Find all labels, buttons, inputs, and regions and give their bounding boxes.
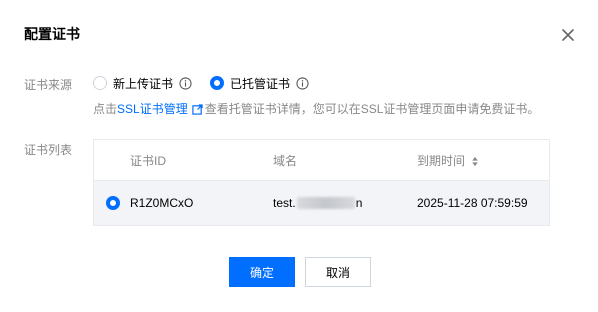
- radio-label: 新上传证书: [113, 76, 174, 91]
- ssl-certificate-management-link[interactable]: SSL证书管理: [117, 102, 188, 116]
- configure-certificate-dialog: 配置证书 证书来源 新上传证书 已托管证书 点击SSL证书管理 查看托管证书详情…: [0, 0, 598, 312]
- redacted-domain-blur: [296, 197, 355, 209]
- confirm-button[interactable]: 确定: [229, 257, 295, 287]
- close-icon[interactable]: [560, 27, 576, 43]
- table-header: 证书ID 域名 到期时间: [94, 140, 549, 181]
- radio-button[interactable]: [93, 76, 107, 90]
- help-prefix: 点击: [93, 102, 118, 116]
- cancel-button[interactable]: 取消: [305, 257, 371, 287]
- radio-button-checked[interactable]: [210, 76, 224, 90]
- external-link-icon[interactable]: [192, 104, 203, 115]
- expire-time-label: 到期时间: [417, 154, 466, 168]
- certificate-table: 证书ID 域名 到期时间 R1Z0MCxO test. n 2025-11-28 …: [93, 139, 550, 226]
- help-text: 点击SSL证书管理 查看托管证书详情，您可以在SSL证书管理页面申请免费证书。: [93, 100, 539, 117]
- column-header-certificate-id: 证书ID: [130, 154, 167, 168]
- column-header-expire-time[interactable]: 到期时间: [417, 152, 479, 169]
- radio-managed-certificate[interactable]: 已托管证书: [210, 74, 309, 92]
- radio-label: 已托管证书: [230, 76, 291, 91]
- certificate-source-label: 证书来源: [24, 78, 73, 92]
- help-suffix: 查看托管证书详情，您可以在SSL证书管理页面申请免费证书。: [204, 102, 540, 116]
- sort-icon[interactable]: [471, 156, 479, 167]
- certificate-id-cell: R1Z0MCxO: [130, 196, 194, 210]
- info-icon[interactable]: [179, 76, 192, 90]
- dialog-title: 配置证书: [24, 26, 80, 42]
- radio-new-upload-certificate[interactable]: 新上传证书: [93, 74, 192, 92]
- certificate-list-label: 证书列表: [24, 143, 73, 157]
- expire-time-cell: 2025-11-28 07:59:59: [417, 196, 528, 210]
- domain-cell: test. n: [273, 196, 362, 210]
- domain-suffix: n: [355, 196, 363, 210]
- row-select-radio[interactable]: [106, 196, 120, 210]
- column-header-domain: 域名: [273, 154, 298, 168]
- info-icon[interactable]: [296, 76, 309, 90]
- domain-prefix: test.: [273, 196, 296, 210]
- table-row[interactable]: R1Z0MCxO test. n 2025-11-28 07:59:59: [94, 181, 549, 225]
